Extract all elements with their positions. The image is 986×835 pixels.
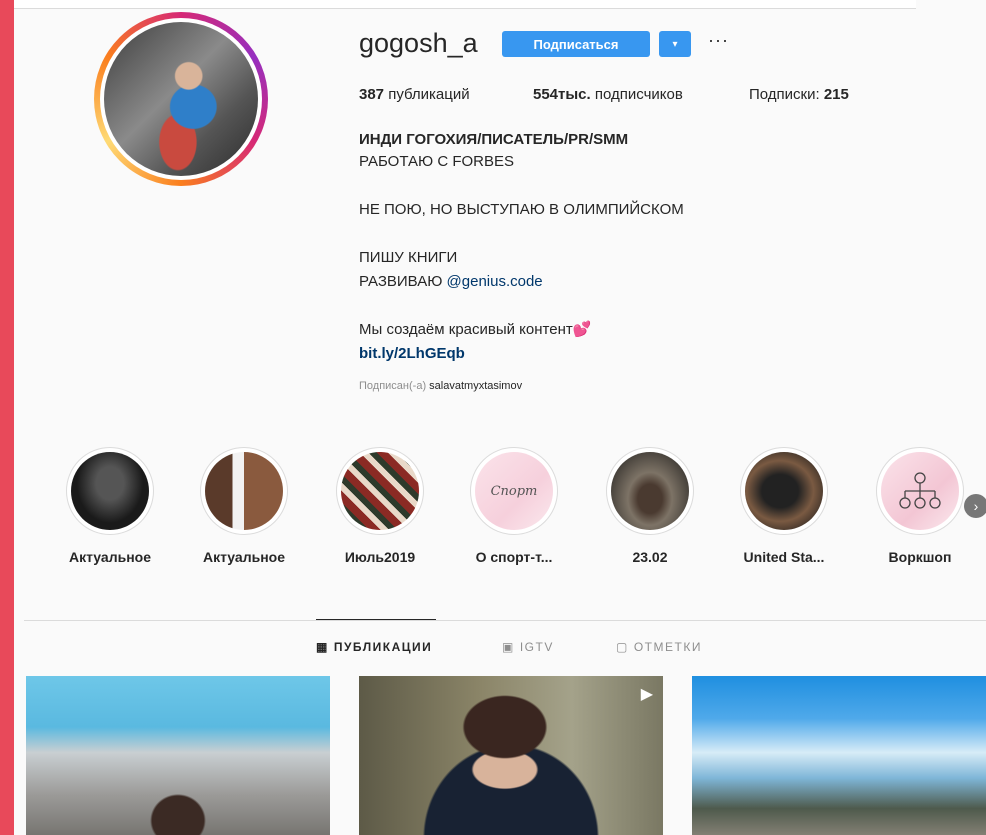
highlight-label: United Sta... xyxy=(743,549,825,565)
video-icon: ▶ xyxy=(640,686,653,703)
grid-icon: ▦ xyxy=(316,640,329,654)
highlight-cover xyxy=(341,452,419,530)
profile-avatar[interactable] xyxy=(94,12,268,186)
post-thumbnail[interactable] xyxy=(26,676,330,835)
more-options-icon[interactable]: ··· xyxy=(708,30,729,51)
highlight-cover: Спорт xyxy=(475,452,553,530)
tab-igtv[interactable]: ▣ IGTV xyxy=(502,640,554,654)
tab-posts[interactable]: ▦ ПУБЛИКАЦИИ xyxy=(316,640,432,654)
highlight-cover xyxy=(71,452,149,530)
igtv-icon: ▣ xyxy=(502,640,515,654)
tabs-divider xyxy=(24,620,986,621)
tagged-icon: ▢ xyxy=(616,640,629,654)
highlight-cover xyxy=(205,452,283,530)
active-tab-indicator xyxy=(316,619,436,620)
followed-by-label: Подписан(-а) xyxy=(359,380,427,392)
followers-stat[interactable]: 554тыс. подписчиков xyxy=(533,86,683,103)
story-highlight[interactable]: 23.02 xyxy=(590,447,710,565)
following-count: 215 xyxy=(823,86,849,103)
highlight-label: О спорт-т... xyxy=(475,549,553,565)
frame-border xyxy=(0,772,14,835)
posts-count: 387 xyxy=(359,86,385,103)
story-highlight[interactable]: Спорт О спорт-т... xyxy=(454,447,574,565)
followers-count: 554тыс. xyxy=(533,86,591,103)
tab-label: IGTV xyxy=(519,640,554,654)
chevron-right-icon[interactable]: › xyxy=(964,494,986,518)
bio-line: РАБОТАЮ С FORBES xyxy=(359,153,515,170)
highlight-cover xyxy=(881,452,959,530)
story-highlight[interactable]: United Sta... xyxy=(724,447,844,565)
highlight-cover xyxy=(745,452,823,530)
tab-label: ПУБЛИКАЦИИ xyxy=(333,640,433,654)
highlight-label: Актуальное xyxy=(68,549,151,565)
story-highlight[interactable]: Актуальное xyxy=(50,447,170,565)
posts-label: публикаций xyxy=(388,86,470,103)
follow-button[interactable]: Подписаться xyxy=(502,31,650,57)
highlight-cover xyxy=(611,452,689,530)
posts-stat: 387 публикаций xyxy=(359,86,470,103)
bio-name: ИНДИ ГОГОХИЯ/ПИСАТЕЛЬ/PR/SMM xyxy=(359,131,629,148)
followed-by-user: salavatmyxtasimov xyxy=(429,380,523,392)
bio-text: РАЗВИВАЮ xyxy=(359,273,447,290)
post-thumbnail[interactable] xyxy=(692,676,986,835)
story-highlight[interactable]: Воркшоп xyxy=(860,447,980,565)
bio-line: РАЗВИВАЮ @genius.code xyxy=(359,270,543,294)
highlight-cover-text: Спорт xyxy=(490,483,538,499)
highlight-label: 23.02 xyxy=(632,549,668,565)
post-thumbnail[interactable]: ▶ xyxy=(359,676,663,835)
bio-line: НЕ ПОЮ, НО ВЫСТУПАЮ В ОЛИМПИЙСКОМ xyxy=(359,201,684,218)
top-search-bar-edge xyxy=(14,0,916,9)
bio-line: ПИШУ КНИГИ xyxy=(359,249,458,266)
tab-tagged[interactable]: ▢ ОТМЕТКИ xyxy=(616,640,702,654)
following-stat[interactable]: Подписки: 215 xyxy=(749,86,849,103)
highlight-label: Июль2019 xyxy=(344,549,416,565)
tab-label: ОТМЕТКИ xyxy=(633,640,702,654)
avatar-photo xyxy=(104,22,258,176)
bio-mention-link[interactable]: @genius.code xyxy=(447,273,543,290)
story-highlight[interactable]: Актуальное xyxy=(184,447,304,565)
suggestions-dropdown-button[interactable]: ▾ xyxy=(659,31,691,57)
bio-line: Мы создаём красивый контент💕 xyxy=(359,321,592,338)
chevron-down-icon: ▾ xyxy=(672,38,678,50)
story-highlight[interactable]: Июль2019 xyxy=(320,447,440,565)
following-label: Подписки: xyxy=(749,86,820,103)
highlight-label: Актуальное xyxy=(202,549,285,565)
bio-website-link[interactable]: bit.ly/2LhGEqb xyxy=(359,342,465,366)
profile-page: gogosh_a Подписаться ▾ ··· 387 публикаци… xyxy=(14,0,986,835)
people-network-icon xyxy=(899,472,941,509)
highlight-label: Воркшоп xyxy=(888,549,952,565)
profile-username: gogosh_a xyxy=(359,28,478,58)
followed-by[interactable]: Подписан(-а) salavatmyxtasimov xyxy=(359,380,522,392)
followers-label: подписчиков xyxy=(594,86,683,103)
